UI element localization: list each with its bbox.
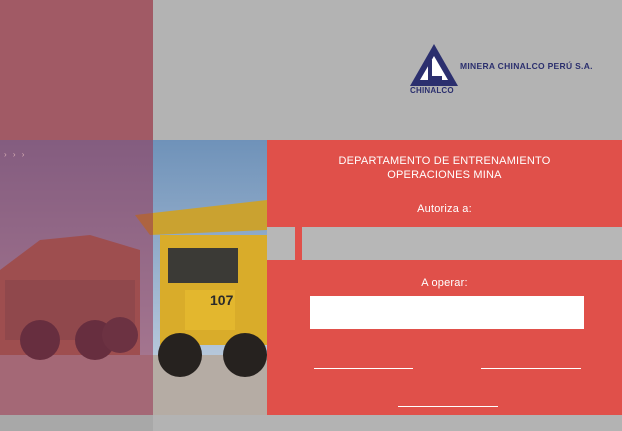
signature-line-center <box>398 406 498 407</box>
signature-line-right <box>481 368 581 369</box>
department-title: DEPARTAMENTO DE ENTRENAMIENTO <box>338 155 551 167</box>
signature-line-left <box>314 368 413 369</box>
maroon-overlay <box>0 140 153 415</box>
brand-name: CHINALCO <box>410 86 454 95</box>
chevron-icons: › › › <box>4 150 27 159</box>
authorized-code-field[interactable] <box>267 227 295 260</box>
authorized-name-field[interactable] <box>302 227 622 260</box>
maroon-header-block <box>0 0 153 140</box>
mining-trucks-photo: 107 <box>0 140 267 415</box>
department-subtitle: OPERACIONES MINA <box>387 169 502 181</box>
operate-equipment-field[interactable] <box>310 296 584 329</box>
operate-label: A operar: <box>421 277 468 289</box>
authorizes-label: Autoriza a: <box>417 203 472 215</box>
logo-triangle-icon <box>410 44 458 86</box>
truck-number: 107 <box>210 292 234 308</box>
bottom-strip-left <box>0 415 153 431</box>
company-name: MINERA CHINALCO PERÚ S.A. <box>460 61 593 71</box>
